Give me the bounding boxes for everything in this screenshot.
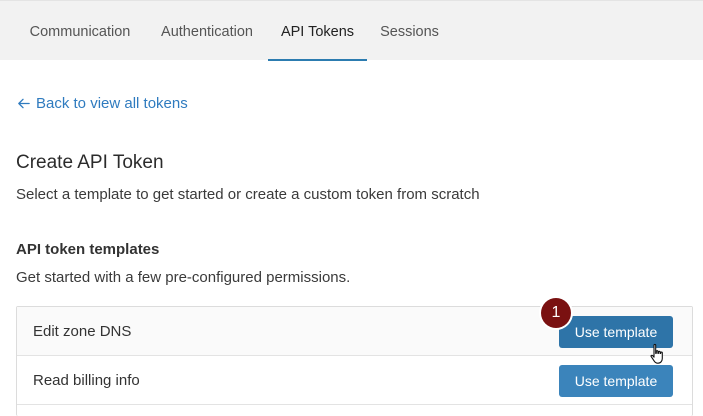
back-link-label: Back to view all tokens: [36, 95, 188, 112]
use-template-button-read-billing-info[interactable]: Use template: [559, 365, 673, 397]
template-list: Edit zone DNS Use template Read billing …: [16, 306, 693, 416]
settings-tab-bar: Communication Authentication API Tokens …: [0, 0, 703, 61]
hand-pointer-cursor-icon: [650, 343, 663, 364]
arrow-left-icon: [18, 98, 30, 109]
template-row: Read billing info Use template: [17, 356, 692, 405]
template-row: Edit zone DNS Use template: [17, 307, 692, 356]
step-number-badge: 1: [541, 298, 571, 328]
page-title: Create API Token: [16, 152, 164, 173]
tab-authentication[interactable]: Authentication: [150, 1, 264, 61]
templates-section-subtitle: Get started with a few pre-configured pe…: [16, 269, 351, 286]
tab-communication[interactable]: Communication: [16, 1, 144, 61]
templates-section-title: API token templates: [16, 241, 160, 258]
page-subtitle: Select a template to get started or crea…: [16, 186, 480, 203]
template-name: Read billing info: [33, 372, 140, 389]
template-name: Edit zone DNS: [33, 323, 132, 340]
back-to-tokens-link[interactable]: Back to view all tokens: [16, 95, 188, 112]
tab-sessions[interactable]: Sessions: [373, 1, 446, 61]
tab-api-tokens[interactable]: API Tokens: [268, 1, 367, 61]
